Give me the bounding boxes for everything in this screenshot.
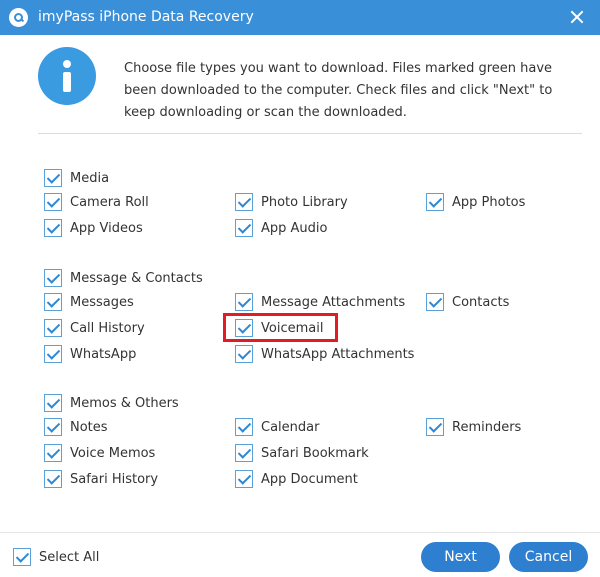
checkbox-camera-roll[interactable]: Camera Roll (44, 192, 149, 212)
checkbox-select-all[interactable]: Select All (13, 547, 99, 567)
checkbox-call-history[interactable]: Call History (44, 318, 145, 338)
checkbox-label: Reminders (452, 419, 522, 435)
checkbox-label: Call History (70, 320, 145, 336)
checkbox-label: Safari History (70, 471, 159, 487)
checkbox-icon[interactable] (44, 269, 62, 287)
checkbox-media[interactable]: Media (44, 168, 109, 188)
section-label-messages: Message & Contacts (70, 270, 203, 286)
checkbox-icon[interactable] (44, 345, 62, 363)
checkbox-memos-others[interactable]: Memos & Others (44, 393, 179, 413)
checkbox-label: Contacts (452, 294, 510, 310)
checkbox-icon[interactable] (44, 193, 62, 211)
checkbox-photo-library[interactable]: Photo Library (235, 192, 348, 212)
checkbox-label: Camera Roll (70, 194, 149, 210)
checkbox-icon[interactable] (235, 219, 253, 237)
checkbox-voice-memos[interactable]: Voice Memos (44, 443, 155, 463)
footer-divider (0, 532, 600, 533)
checkbox-label: App Videos (70, 220, 143, 236)
checkbox-label: Calendar (261, 419, 320, 435)
checkbox-contacts[interactable]: Contacts (426, 292, 509, 312)
checkbox-icon[interactable] (235, 444, 253, 462)
checkbox-icon[interactable] (44, 169, 62, 187)
checkbox-label: WhatsApp (70, 346, 137, 362)
next-button[interactable]: Next (421, 542, 500, 572)
checkbox-app-document[interactable]: App Document (235, 469, 358, 489)
checkbox-label: WhatsApp Attachments (261, 346, 415, 362)
app-logo-icon (9, 8, 28, 27)
checkbox-icon[interactable] (235, 470, 253, 488)
section-label-memos: Memos & Others (70, 395, 179, 411)
checkbox-icon[interactable] (426, 193, 444, 211)
checkbox-icon[interactable] (426, 293, 444, 311)
checkbox-label: App Audio (261, 220, 328, 236)
checkbox-message-contacts[interactable]: Message & Contacts (44, 268, 203, 288)
title-bar: imyPass iPhone Data Recovery (0, 0, 600, 35)
checkbox-calendar[interactable]: Calendar (235, 417, 319, 437)
checkbox-icon[interactable] (44, 444, 62, 462)
checkbox-app-videos[interactable]: App Videos (44, 218, 143, 238)
checkbox-app-audio[interactable]: App Audio (235, 218, 327, 238)
checkbox-icon[interactable] (44, 219, 62, 237)
checkbox-message-attachments[interactable]: Message Attachments (235, 292, 405, 312)
divider (38, 133, 582, 134)
checkbox-label: Voice Memos (70, 445, 156, 461)
info-icon (38, 47, 96, 105)
checkbox-label: Photo Library (261, 194, 348, 210)
checkbox-notes[interactable]: Notes (44, 417, 108, 437)
voicemail-highlight-box (223, 313, 338, 342)
checkbox-icon[interactable] (235, 418, 253, 436)
instruction-text: Choose file types you want to download. … (124, 61, 553, 120)
checkbox-label: Messages (70, 294, 134, 310)
checkbox-icon[interactable] (13, 548, 31, 566)
checkbox-icon[interactable] (235, 193, 253, 211)
checkbox-label: Message Attachments (261, 294, 406, 310)
checkbox-icon[interactable] (44, 470, 62, 488)
checkbox-icon[interactable] (44, 418, 62, 436)
checkbox-icon[interactable] (235, 293, 253, 311)
checkbox-app-photos[interactable]: App Photos (426, 192, 525, 212)
checkbox-whatsapp-attachments[interactable]: WhatsApp Attachments (235, 344, 414, 364)
close-icon[interactable] (568, 8, 586, 26)
checkbox-icon[interactable] (44, 293, 62, 311)
checkbox-icon[interactable] (44, 394, 62, 412)
checkbox-label: Safari Bookmark (261, 445, 369, 461)
section-label-media: Media (70, 170, 110, 186)
checkbox-label: App Photos (452, 194, 526, 210)
checkbox-whatsapp[interactable]: WhatsApp (44, 344, 136, 364)
checkbox-icon[interactable] (44, 319, 62, 337)
checkbox-icon[interactable] (235, 345, 253, 363)
checkbox-label: Notes (70, 419, 108, 435)
checkbox-safari-history[interactable]: Safari History (44, 469, 158, 489)
cancel-button[interactable]: Cancel (509, 542, 588, 572)
checkbox-messages[interactable]: Messages (44, 292, 134, 312)
checkbox-reminders[interactable]: Reminders (426, 417, 521, 437)
window-title: imyPass iPhone Data Recovery (38, 9, 254, 25)
checkbox-label: App Document (261, 471, 358, 487)
select-all-label: Select All (39, 549, 100, 565)
checkbox-icon[interactable] (426, 418, 444, 436)
checkbox-safari-bookmark[interactable]: Safari Bookmark (235, 443, 369, 463)
